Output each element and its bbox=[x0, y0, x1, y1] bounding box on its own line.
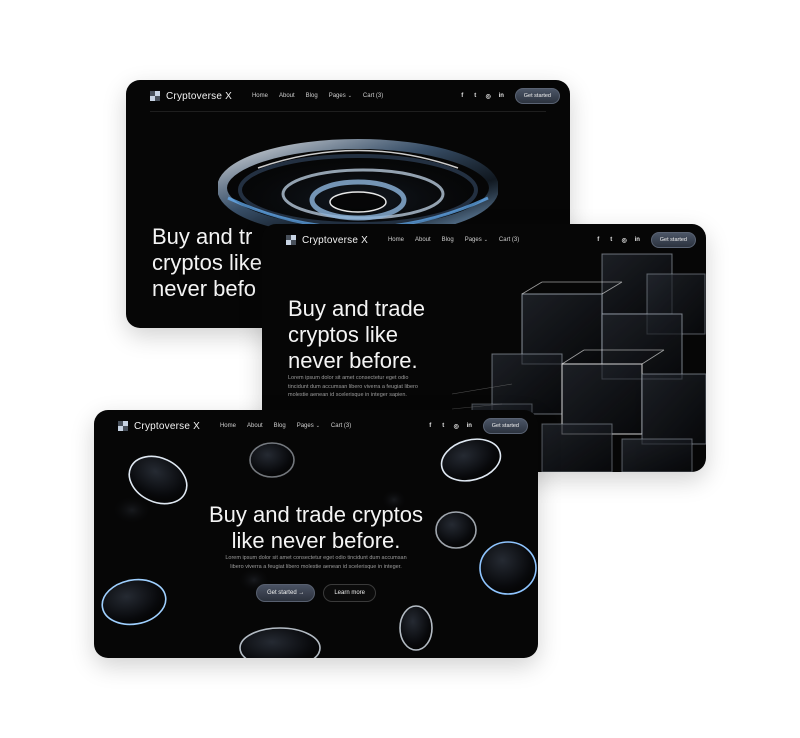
brand-logo-icon bbox=[286, 235, 296, 245]
preview-card-bubbles: Cryptoverse X Home About Blog Pages ⌄ Car… bbox=[94, 410, 538, 658]
instagram-icon[interactable]: ◎ bbox=[485, 93, 492, 100]
twitter-icon[interactable]: t bbox=[472, 93, 479, 99]
chevron-down-icon: ⌄ bbox=[483, 237, 488, 243]
nav-item-pages-label: Pages bbox=[328, 93, 346, 99]
brand[interactable]: Cryptoverse X bbox=[150, 91, 232, 102]
hero-line: Buy and tr bbox=[152, 224, 253, 249]
chevron-down-icon: ⌄ bbox=[315, 423, 320, 429]
hero-description: Lorem ipsum dolor sit amet consectetur e… bbox=[94, 554, 538, 571]
nav-item-home[interactable]: Home bbox=[388, 237, 404, 243]
top-nav: Cryptoverse X Home About Blog Pages ⌄ Car… bbox=[126, 80, 570, 112]
nav-item-pages[interactable]: Pages ⌄ bbox=[297, 423, 320, 429]
glass-ring-artwork bbox=[218, 139, 498, 237]
description-line: Lorem ipsum dolor sit amet consectetur e… bbox=[288, 375, 409, 381]
brand[interactable]: Cryptoverse X bbox=[286, 235, 368, 246]
hero-headline: Buy and tr cryptos like never befo bbox=[152, 224, 262, 302]
facebook-icon[interactable]: f bbox=[427, 423, 434, 429]
nav-item-blog[interactable]: Blog bbox=[306, 93, 318, 99]
nav-item-about[interactable]: About bbox=[247, 423, 263, 429]
nav-item-blog[interactable]: Blog bbox=[274, 423, 286, 429]
top-nav: Cryptoverse X Home About Blog Pages ⌄ Car… bbox=[262, 224, 706, 256]
hero-headline: Buy and trade cryptos like never before. bbox=[288, 296, 425, 374]
hero-line: like never before. bbox=[231, 528, 401, 553]
chevron-down-icon: ⌄ bbox=[347, 93, 352, 99]
nav-menu: Home About Blog Pages ⌄ Cart (3) bbox=[388, 237, 519, 243]
nav-item-pages-label: Pages bbox=[464, 237, 482, 243]
nav-item-pages[interactable]: Pages ⌄ bbox=[465, 237, 488, 243]
nav-item-cart[interactable]: Cart (3) bbox=[499, 237, 519, 243]
description-line: tincidunt dum accumsan libero viverra a … bbox=[288, 383, 418, 390]
hero-line: Buy and trade bbox=[288, 296, 425, 321]
nav-item-home[interactable]: Home bbox=[220, 423, 236, 429]
description-line: Lorem ipsum dolor sit amet consectetur e… bbox=[225, 555, 407, 561]
description-line: molestie aenean id scelerisque in intege… bbox=[288, 392, 407, 398]
linkedin-icon[interactable]: in bbox=[498, 93, 505, 99]
hero-description: Lorem ipsum dolor sit amet consectetur e… bbox=[288, 374, 418, 400]
brand[interactable]: Cryptoverse X bbox=[118, 421, 200, 432]
description-line: libero viverra a feugiat libero molestie… bbox=[230, 563, 402, 570]
hero-line: never befo bbox=[152, 276, 256, 301]
nav-item-pages[interactable]: Pages ⌄ bbox=[329, 93, 352, 99]
get-started-button[interactable]: Get started → bbox=[255, 584, 316, 602]
brand-name: Cryptoverse X bbox=[302, 234, 368, 246]
brand-logo-icon bbox=[150, 91, 160, 101]
nav-item-cart[interactable]: Cart (3) bbox=[363, 93, 383, 99]
nav-item-cart[interactable]: Cart (3) bbox=[331, 423, 351, 429]
social-links: f t ◎ in bbox=[459, 93, 505, 100]
twitter-icon[interactable]: t bbox=[440, 423, 447, 429]
instagram-icon[interactable]: ◎ bbox=[453, 423, 460, 430]
nav-menu: Home About Blog Pages ⌄ Cart (3) bbox=[252, 93, 383, 99]
nav-item-pages-label: Pages bbox=[296, 423, 314, 429]
nav-menu: Home About Blog Pages ⌄ Cart (3) bbox=[220, 423, 351, 429]
instagram-icon[interactable]: ◎ bbox=[621, 237, 628, 244]
linkedin-icon[interactable]: in bbox=[466, 423, 473, 429]
hero-line: cryptos like bbox=[152, 250, 263, 275]
brand-name: Cryptoverse X bbox=[134, 420, 200, 432]
nav-item-blog[interactable]: Blog bbox=[442, 237, 454, 243]
brand-logo-icon bbox=[118, 421, 128, 431]
learn-more-button[interactable]: Learn more bbox=[323, 584, 377, 602]
hero-headline: Buy and trade cryptos like never before. bbox=[94, 502, 538, 554]
get-started-nav-button[interactable]: Get started bbox=[650, 232, 696, 248]
facebook-icon[interactable]: f bbox=[595, 237, 602, 243]
hero-line: Buy and trade cryptos bbox=[208, 502, 423, 527]
get-started-nav-button[interactable]: Get started bbox=[482, 418, 528, 434]
nav-item-about[interactable]: About bbox=[279, 93, 295, 99]
hero-actions: Get started → Learn more bbox=[94, 584, 538, 602]
top-nav: Cryptoverse X Home About Blog Pages ⌄ Car… bbox=[94, 410, 538, 442]
get-started-nav-button[interactable]: Get started bbox=[514, 88, 560, 104]
nav-item-about[interactable]: About bbox=[415, 237, 431, 243]
brand-name: Cryptoverse X bbox=[166, 90, 232, 102]
hero-line: never before. bbox=[288, 348, 418, 373]
hero-line: cryptos like bbox=[288, 322, 399, 347]
nav-item-home[interactable]: Home bbox=[252, 93, 268, 99]
facebook-icon[interactable]: f bbox=[459, 93, 466, 99]
social-links: f t ◎ in bbox=[595, 237, 641, 244]
linkedin-icon[interactable]: in bbox=[634, 237, 641, 243]
social-links: f t ◎ in bbox=[427, 423, 473, 430]
twitter-icon[interactable]: t bbox=[608, 237, 615, 243]
